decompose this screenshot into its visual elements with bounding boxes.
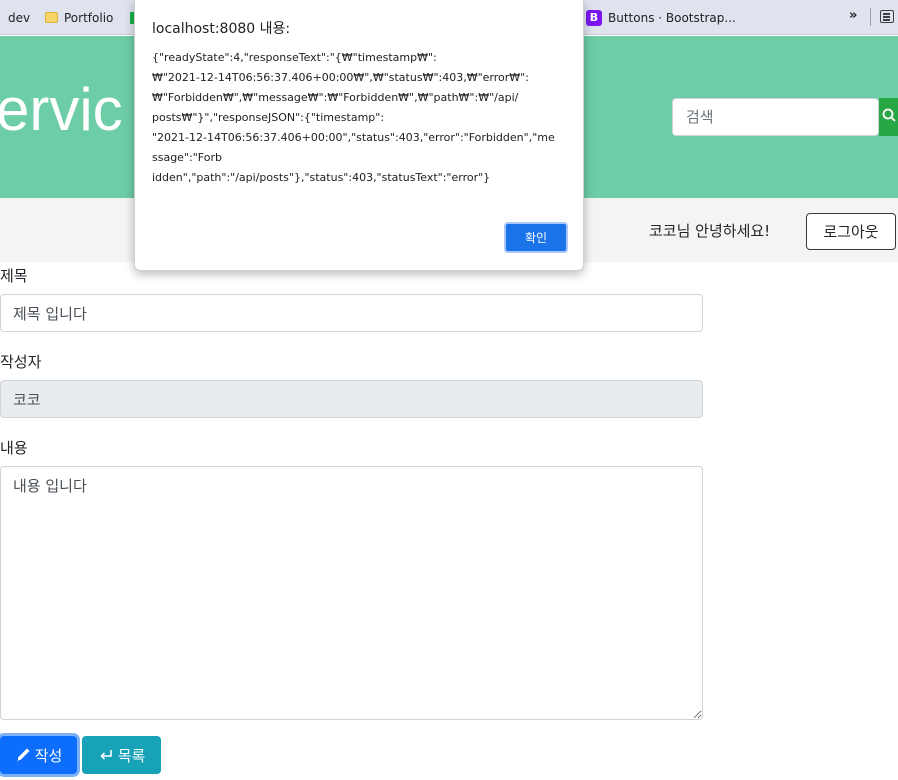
dialog-ok-button[interactable]: 확인: [504, 222, 568, 253]
reading-list-icon[interactable]: [880, 10, 894, 23]
divider: [870, 8, 871, 26]
bookmark-label: Portfolio: [64, 10, 114, 25]
search-button[interactable]: [879, 98, 898, 136]
content-label: 내용: [0, 439, 28, 457]
author-label: 작성자: [0, 353, 42, 371]
pencil-icon: [17, 748, 30, 762]
folder-icon: [45, 12, 58, 23]
bookmark-label: Buttons · Bootstrap...: [608, 10, 736, 25]
bookmark-bootstrap-buttons[interactable]: B Buttons · Bootstrap...: [586, 0, 736, 35]
search-icon: [882, 108, 896, 122]
greeting-text: 코코님 안녕하세요!: [649, 222, 771, 240]
bookmark-portfolio[interactable]: Portfolio: [45, 0, 113, 35]
more-bookmarks-chevron-icon[interactable]: »: [849, 8, 857, 23]
bookmark-label: dev: [8, 10, 31, 25]
search-input[interactable]: [672, 98, 879, 136]
logout-button[interactable]: 로그아웃: [806, 213, 896, 250]
write-button-label: 작성: [34, 746, 63, 765]
dialog-message: {"readyState":4,"responseText":"{₩"times…: [152, 51, 555, 184]
dialog-title: localhost:8080 내용:: [152, 21, 291, 37]
author-input: [0, 380, 703, 418]
bookmark-dev[interactable]: dev: [8, 0, 30, 35]
list-button-label: 목록: [117, 746, 146, 765]
bootstrap-icon: B: [586, 9, 602, 26]
title-label: 제목: [0, 267, 28, 285]
list-button[interactable]: 목록: [82, 736, 161, 774]
write-button[interactable]: 작성: [0, 736, 77, 774]
title-input[interactable]: [0, 294, 703, 332]
site-title: ervic: [0, 76, 123, 143]
return-arrow-icon: [100, 750, 112, 760]
alert-dialog: localhost:8080 내용: {"readyState":4,"resp…: [134, 0, 584, 271]
content-textarea[interactable]: 내용 입니다: [0, 466, 703, 720]
